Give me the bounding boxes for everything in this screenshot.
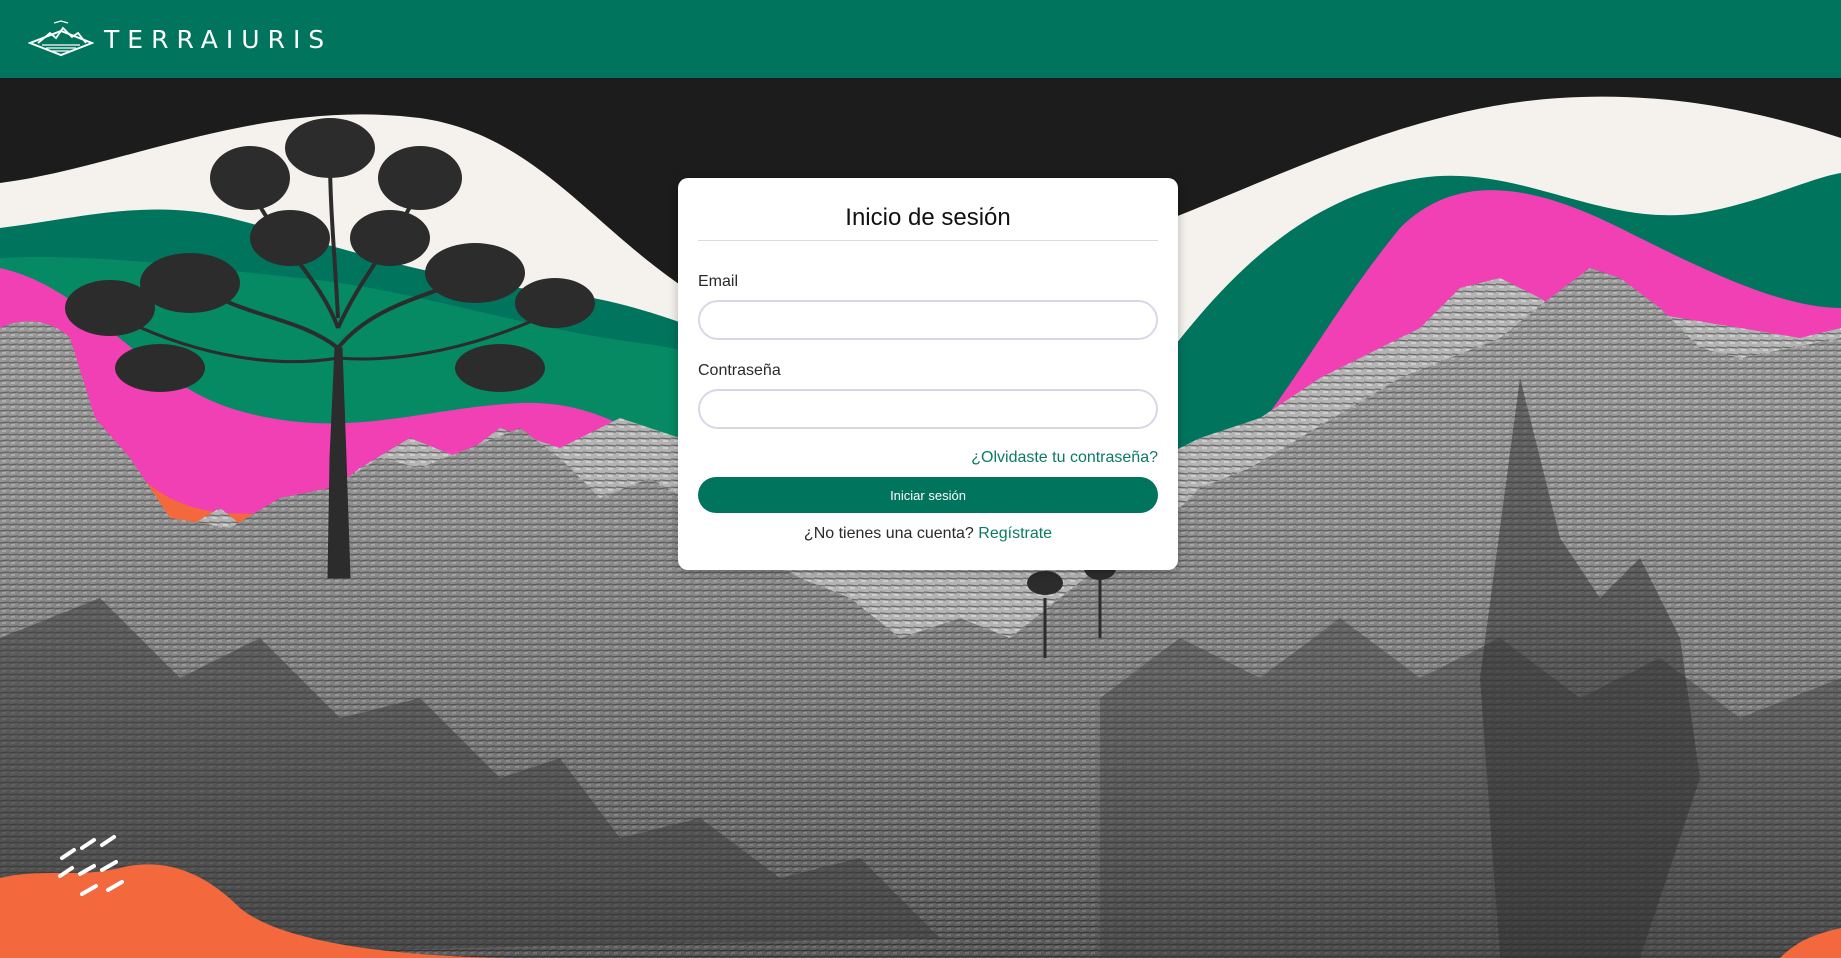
brand[interactable]: TERRAIURIS: [28, 19, 332, 59]
password-input[interactable]: [698, 389, 1158, 429]
password-label: Contraseña: [698, 362, 781, 379]
brand-name: TERRAIURIS: [104, 24, 333, 54]
mountain-logo-icon: [28, 20, 94, 57]
top-navbar: TERRAIURIS: [0, 0, 1841, 78]
register-row: ¿No tienes una cuenta? Regístrate: [698, 525, 1158, 543]
login-button[interactable]: Iniciar sesión: [698, 477, 1158, 513]
forgot-password-row: ¿Olvidaste tu contraseña?: [698, 449, 1158, 467]
login-card: Inicio de sesión Email Contraseña ¿Olvid…: [678, 178, 1178, 570]
register-link[interactable]: Regístrate: [978, 525, 1052, 542]
forgot-password-link[interactable]: ¿Olvidaste tu contraseña?: [971, 449, 1158, 466]
login-title: Inicio de sesión: [698, 178, 1158, 241]
no-account-text: ¿No tienes una cuenta?: [803, 525, 974, 542]
email-label: Email: [698, 273, 739, 290]
email-input[interactable]: [698, 300, 1158, 340]
